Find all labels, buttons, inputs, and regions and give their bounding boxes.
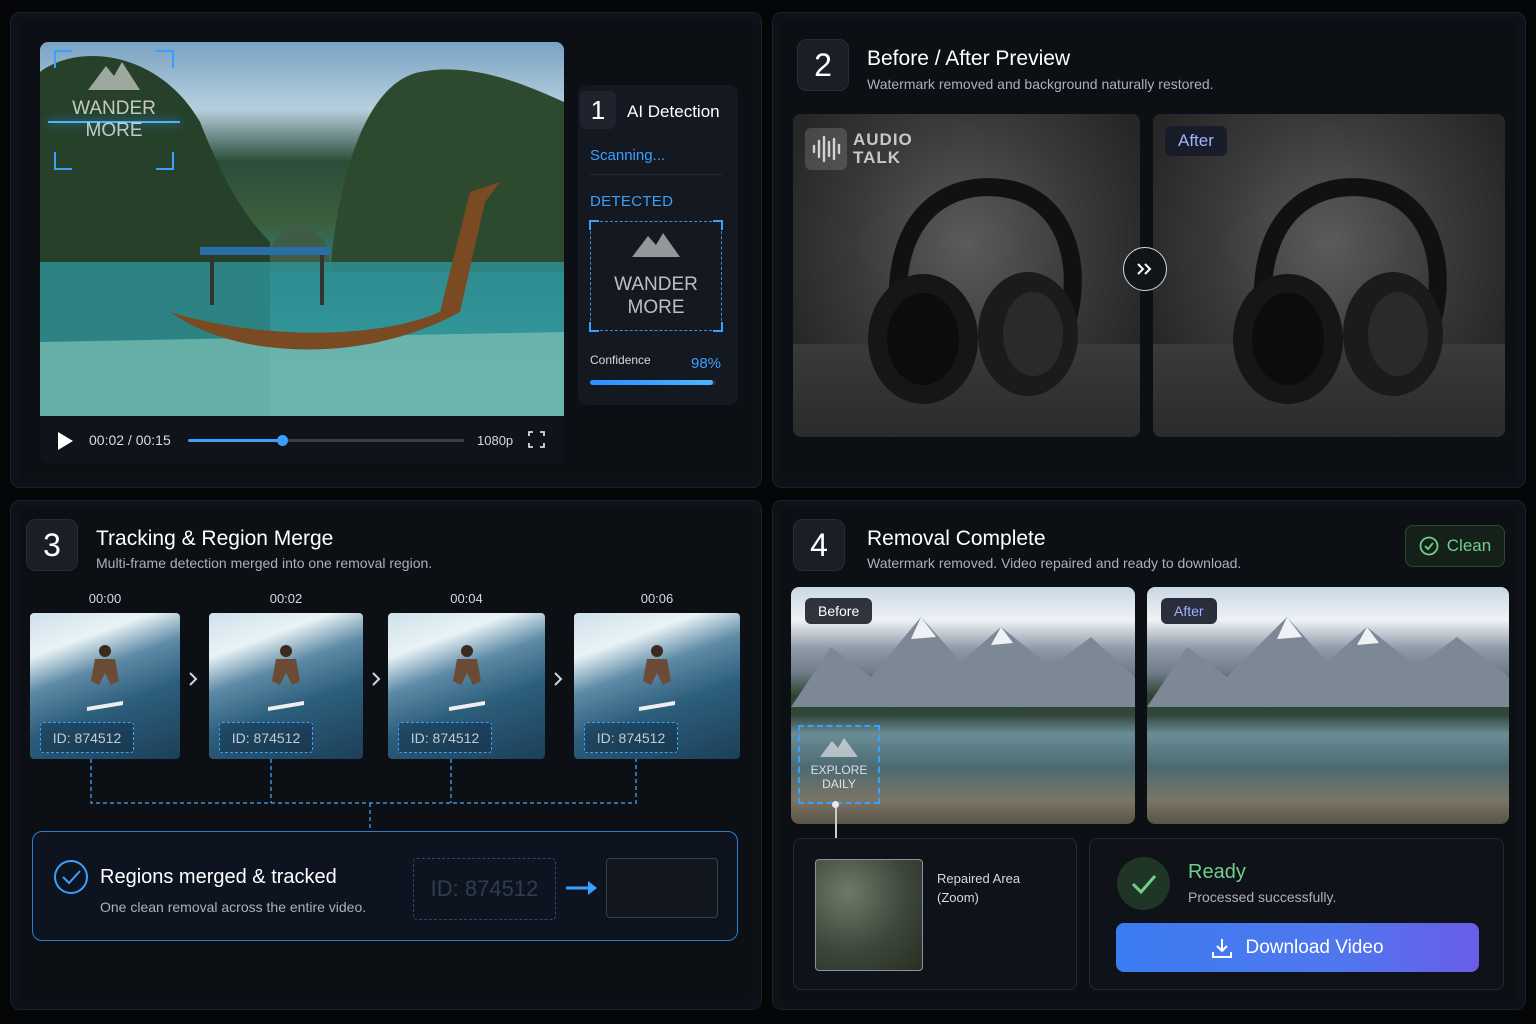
- detected-watermark-preview: WANDER MORE: [589, 220, 723, 332]
- mountain-icon: [88, 62, 140, 90]
- panel-removal-complete: 4 Removal Complete Watermark removed. Vi…: [772, 500, 1526, 1010]
- repaired-area-zoom-image: [815, 859, 923, 971]
- mountain-icon: [820, 738, 858, 757]
- watermark-explore-line-1: EXPLORE: [810, 763, 868, 777]
- watermark-audio-line-2: TALK: [853, 148, 902, 167]
- sound-wave-icon: [805, 128, 847, 170]
- ready-check-icon: [1117, 857, 1170, 910]
- merged-regions-card: Regions merged & tracked One clean remov…: [32, 831, 738, 941]
- before-image: AUDIO TALK: [793, 114, 1140, 437]
- download-icon: [1212, 938, 1233, 958]
- after-tag: After: [1165, 126, 1227, 156]
- confidence-bar: [590, 380, 716, 385]
- watermark-line-2: MORE: [85, 120, 143, 141]
- merged-id-text: ID: 874512: [430, 876, 539, 901]
- watermark-audio-talk: AUDIO TALK: [805, 128, 913, 170]
- mountain-icon: [632, 233, 680, 257]
- before-tag: Before: [805, 598, 873, 624]
- repaired-area-label-2: (Zoom): [937, 890, 979, 905]
- detection-title: AI Detection: [627, 102, 720, 121]
- detection-card: 1 AI Detection Scanning... DETECTED WAND…: [578, 85, 738, 405]
- headphones-image: [1233, 178, 1447, 404]
- compare-arrow-button[interactable]: [1123, 247, 1167, 291]
- seek-bar-fill: [188, 439, 282, 442]
- panel4-title: Removal Complete: [867, 527, 1046, 550]
- seek-bar[interactable]: [188, 435, 464, 446]
- arrow-right-icon: [566, 881, 597, 895]
- download-video-button[interactable]: Download Video: [1116, 923, 1479, 972]
- merged-title: Regions merged & tracked: [100, 866, 337, 888]
- headphones-image: [868, 178, 1082, 404]
- panel-ai-detection: WANDER MORE 00:02 / 00:15 1080p 1 AI Det…: [10, 12, 762, 488]
- scanning-status: Scanning...: [590, 147, 666, 164]
- merge-connector-lines: [90, 759, 637, 831]
- detected-watermark-line-1: WANDER: [614, 274, 698, 295]
- repaired-area-card: Repaired Area (Zoom): [793, 838, 1077, 990]
- panel-tracking-merge: 3 Tracking & Region Merge Multi-frame de…: [10, 500, 762, 1010]
- after-tag: After: [1161, 598, 1217, 624]
- step-badge-4: 4: [793, 519, 845, 571]
- panel2-title: Before / After Preview: [867, 47, 1071, 70]
- before-image: Before EXPLORE DAILY: [791, 587, 1135, 824]
- check-circle-icon: [1419, 536, 1439, 556]
- clean-region-box: [606, 858, 718, 918]
- watermark-detection-box: WANDER MORE: [48, 50, 180, 170]
- repaired-area-label-1: Repaired Area: [937, 871, 1021, 886]
- play-button[interactable]: [58, 432, 73, 450]
- after-image: After: [1153, 114, 1505, 437]
- detected-watermark-line-2: MORE: [627, 297, 685, 318]
- double-chevron-right-icon: [1137, 263, 1152, 275]
- panel2-subtitle: Watermark removed and background natural…: [867, 76, 1214, 92]
- divider: [590, 174, 722, 175]
- ready-title: Ready: [1188, 861, 1246, 883]
- clean-badge: Clean: [1405, 525, 1505, 567]
- clean-badge-label: Clean: [1446, 536, 1492, 555]
- step-badge-2: 2: [797, 39, 849, 91]
- confidence-label: Confidence: [590, 353, 651, 367]
- merged-subtitle: One clean removal across the entire vide…: [100, 899, 367, 915]
- ready-card: Ready Processed successfully. Download V…: [1089, 838, 1504, 990]
- download-video-label: Download Video: [1245, 936, 1384, 958]
- step-badge-1: 1: [580, 91, 616, 129]
- video-player[interactable]: WANDER MORE 00:02 / 00:15 1080p: [40, 42, 564, 464]
- confidence-value: 98%: [691, 355, 722, 372]
- check-circle-icon: [54, 860, 88, 894]
- detected-label: DETECTED: [590, 193, 674, 210]
- playback-time: 00:02 / 00:15: [89, 432, 171, 448]
- ready-subtitle: Processed successfully.: [1188, 889, 1337, 905]
- panel-before-after-preview: 2 Before / After Preview Watermark remov…: [772, 12, 1526, 488]
- zoom-connector-dot: [832, 801, 839, 808]
- merged-region-id: ID: 874512: [413, 858, 556, 920]
- panel4-subtitle: Watermark removed. Video repaired and re…: [867, 555, 1242, 571]
- watermark-audio-line-1: AUDIO: [853, 130, 913, 149]
- watermark-explore-line-2: DAILY: [822, 777, 856, 791]
- watermark-line-1: WANDER: [72, 98, 156, 119]
- fullscreen-icon[interactable]: [528, 431, 545, 448]
- quality-label[interactable]: 1080p: [477, 433, 513, 448]
- seek-bar-handle[interactable]: [276, 435, 288, 446]
- after-image: After: [1147, 587, 1509, 824]
- confidence-bar-fill: [590, 380, 714, 385]
